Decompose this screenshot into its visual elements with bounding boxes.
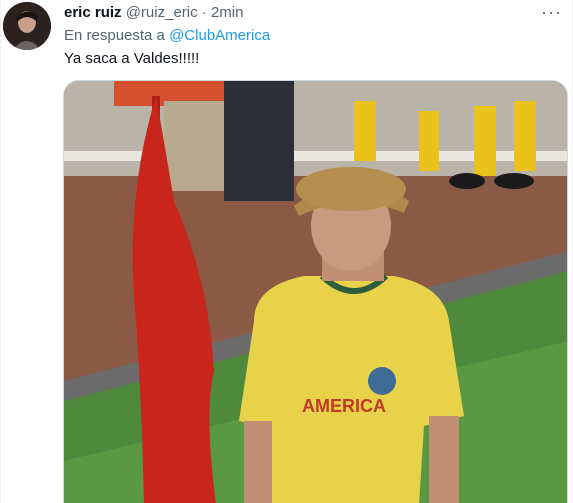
reply-prefix: En respuesta a <box>64 27 165 44</box>
tweet-text: Ya saca a Valdes!!!!! <box>64 50 200 67</box>
reply-context: En respuesta a @ClubAmerica <box>64 27 270 44</box>
tweet-header: eric ruiz @ruiz_eric · 2min <box>64 4 243 22</box>
avatar[interactable] <box>3 2 51 50</box>
tweet-card[interactable]: eric ruiz @ruiz_eric · 2min ··· En respu… <box>0 0 573 503</box>
handle[interactable]: @ruiz_eric <box>126 4 198 21</box>
reply-mention-link[interactable]: @ClubAmerica <box>169 27 270 44</box>
avatar-image <box>3 2 51 50</box>
timestamp[interactable]: 2min <box>211 4 244 21</box>
media-illustration: AMERICA <box>64 81 567 503</box>
display-name[interactable]: eric ruiz <box>64 4 122 21</box>
tweet-media-image[interactable]: AMERICA <box>63 80 568 503</box>
separator: · <box>201 4 207 21</box>
jersey-text: AMERICA <box>302 396 386 416</box>
more-horizontal-icon[interactable]: ··· <box>541 2 562 23</box>
